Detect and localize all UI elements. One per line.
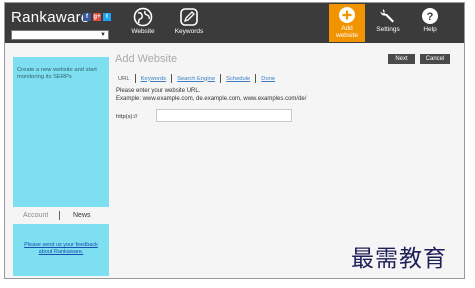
step-keywords[interactable]: Keywords bbox=[141, 76, 166, 82]
website-select[interactable]: ▼ bbox=[11, 30, 109, 40]
step-schedule[interactable]: Schedule bbox=[226, 76, 250, 82]
feedback-panel: Please send us your feedback about Ranka… bbox=[13, 224, 109, 276]
sidebar-panel: Create a new website and start monitorin… bbox=[13, 57, 109, 207]
step-done[interactable]: Done bbox=[261, 76, 275, 82]
sidebar-description: Create a new website and start monitorin… bbox=[17, 67, 97, 80]
step-divider bbox=[220, 74, 222, 83]
tab-account[interactable]: Account bbox=[23, 212, 48, 219]
app-title: Rankaware bbox=[11, 9, 90, 26]
top-toolbar: Rankaware f g+ t ▼ Website Keywords Add … bbox=[5, 3, 464, 43]
twitter-icon[interactable]: t bbox=[103, 13, 111, 21]
google-plus-icon[interactable]: g+ bbox=[93, 13, 101, 21]
tab-divider bbox=[59, 211, 60, 220]
social-links: f g+ t bbox=[83, 13, 111, 21]
chevron-down-icon: ▼ bbox=[100, 32, 106, 38]
wrench-icon bbox=[380, 9, 394, 23]
add-website-button[interactable]: Add website bbox=[329, 4, 365, 42]
step-search-engine[interactable]: Search Engine bbox=[177, 76, 215, 82]
svg-text:?: ? bbox=[427, 11, 434, 23]
keywords-label: Keywords bbox=[174, 28, 204, 35]
settings-nav-button[interactable]: Settings bbox=[370, 5, 406, 41]
website-nav-button[interactable]: Website bbox=[123, 5, 163, 41]
tab-news[interactable]: News bbox=[73, 212, 91, 219]
sidebar-tabs: Account News bbox=[13, 210, 109, 222]
step-url[interactable]: URL bbox=[118, 76, 130, 82]
help-label: Help bbox=[423, 26, 437, 33]
settings-label: Settings bbox=[376, 26, 400, 33]
next-button[interactable]: Next bbox=[388, 54, 415, 64]
globe-icon bbox=[133, 7, 153, 27]
wizard-steps: URL Keywords Search Engine Schedule Done bbox=[118, 74, 275, 83]
cancel-button[interactable]: Cancel bbox=[420, 54, 450, 64]
instruction-text: Please enter your website URL. bbox=[116, 88, 201, 94]
step-divider bbox=[171, 74, 173, 83]
keywords-nav-button[interactable]: Keywords bbox=[167, 5, 211, 41]
help-icon: ? bbox=[422, 8, 438, 24]
example-text: Example: www.example.com, de.example.com… bbox=[116, 96, 307, 102]
feedback-link[interactable]: Please send us your feedback about Ranka… bbox=[21, 242, 101, 256]
page-title: Add Website bbox=[115, 53, 178, 65]
facebook-icon[interactable]: f bbox=[83, 13, 91, 21]
step-divider bbox=[134, 74, 136, 83]
app-window: Rankaware f g+ t ▼ Website Keywords Add … bbox=[4, 2, 465, 279]
website-label: Website bbox=[131, 28, 155, 35]
help-nav-button[interactable]: ? Help bbox=[412, 5, 448, 41]
add-website-label: Add website bbox=[335, 25, 359, 39]
step-divider bbox=[255, 74, 257, 83]
url-prefix-label: http(s):// bbox=[116, 114, 138, 120]
plus-icon bbox=[339, 7, 355, 23]
edit-icon bbox=[180, 8, 198, 26]
watermark-text: 最需教育 bbox=[351, 246, 447, 272]
url-input[interactable] bbox=[156, 109, 292, 122]
